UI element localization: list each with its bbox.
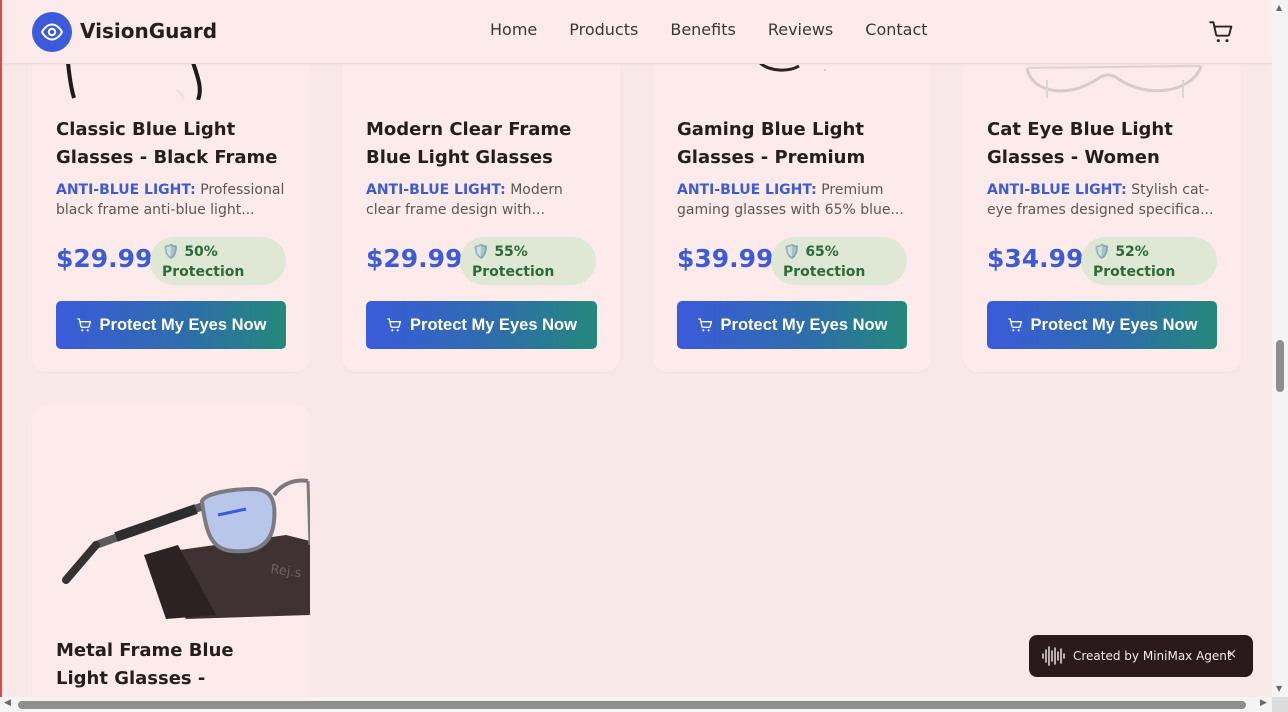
- desc-tag: ANTI-BLUE LIGHT:: [56, 182, 196, 198]
- page-viewport: VisionGuard Home Products Benefits Revie…: [0, 0, 1272, 697]
- cart-icon: [697, 318, 712, 332]
- horizontal-scroll-thumb[interactable]: [18, 701, 1246, 709]
- product-price: $29.99: [366, 244, 463, 273]
- product-image: Rej.s: [56, 405, 310, 621]
- toast-text: Created by MiniMax Agent: [1073, 649, 1232, 663]
- desc-tag: ANTI-BLUE LIGHT:: [366, 182, 506, 198]
- shield-icon: 🛡️: [472, 244, 490, 260]
- buy-button[interactable]: Protect My Eyes Now: [677, 301, 907, 349]
- navbar: VisionGuard Home Products Benefits Revie…: [2, 0, 1272, 64]
- nav-contact[interactable]: Contact: [865, 20, 927, 39]
- cart-button[interactable]: [1208, 19, 1234, 45]
- buy-button-label: Protect My Eyes Now: [99, 315, 267, 334]
- nav-reviews[interactable]: Reviews: [768, 20, 833, 39]
- product-price: $39.99: [677, 244, 774, 273]
- eye-icon: [40, 23, 64, 41]
- product-title[interactable]: Cat Eye Blue Light Glasses - Women: [987, 116, 1219, 172]
- shield-icon: 🛡️: [1093, 244, 1111, 260]
- product-title[interactable]: Modern Clear Frame Blue Light Glasses: [366, 116, 598, 172]
- vertical-scrollbar[interactable]: ▲ ▼: [1272, 0, 1288, 697]
- waveform-icon: [1042, 646, 1065, 666]
- product-title[interactable]: Classic Blue Light Glasses - Black Frame: [56, 116, 288, 172]
- scroll-left-arrow[interactable]: ◀: [4, 698, 11, 708]
- buy-button-label: Protect My Eyes Now: [1030, 315, 1198, 334]
- buy-button-label: Protect My Eyes Now: [410, 315, 577, 334]
- main-nav: Home Products Benefits Reviews Contact: [490, 20, 928, 39]
- shield-icon: 🛡️: [783, 244, 801, 260]
- desc-tag: ANTI-BLUE LIGHT:: [677, 182, 817, 198]
- cart-icon: [1007, 318, 1022, 332]
- buy-button[interactable]: Protect My Eyes Now: [987, 301, 1217, 349]
- buy-button-label: Protect My Eyes Now: [720, 315, 888, 334]
- product-title[interactable]: Metal Frame Blue Light Glasses -: [56, 637, 288, 693]
- scroll-down-arrow[interactable]: ▼: [1276, 684, 1282, 693]
- scroll-right-arrow[interactable]: ▶: [1260, 698, 1267, 708]
- cart-icon: [1209, 21, 1233, 43]
- brand-name[interactable]: VisionGuard: [80, 19, 217, 43]
- product-title[interactable]: Gaming Blue Light Glasses - Premium: [677, 116, 909, 172]
- product-description: ANTI-BLUE LIGHT: Modern clear frame desi…: [366, 180, 598, 220]
- product-card: Rej.s Metal Frame Blue Light Glasses -: [32, 405, 310, 697]
- product-description: ANTI-BLUE LIGHT: Professional black fram…: [56, 180, 288, 220]
- cart-icon: [76, 318, 91, 332]
- buy-button[interactable]: Protect My Eyes Now: [56, 301, 286, 349]
- close-icon[interactable]: ×: [1226, 647, 1237, 662]
- cart-icon: [387, 318, 402, 332]
- protection-badge: 🛡️ 65% Protection: [771, 237, 907, 285]
- shield-icon: 🛡️: [162, 244, 180, 260]
- desc-tag: ANTI-BLUE LIGHT:: [987, 182, 1127, 198]
- nav-home[interactable]: Home: [490, 20, 537, 39]
- vertical-scroll-thumb[interactable]: [1276, 340, 1284, 392]
- product-description: ANTI-BLUE LIGHT: Premium gaming glasses …: [677, 180, 909, 220]
- agent-toast: Created by MiniMax Agent ×: [1029, 635, 1253, 677]
- protection-badge: 🛡️ 55% Protection: [460, 237, 596, 285]
- logo[interactable]: [32, 12, 72, 52]
- buy-button[interactable]: Protect My Eyes Now: [366, 301, 597, 349]
- nav-benefits[interactable]: Benefits: [670, 20, 736, 39]
- product-description: ANTI-BLUE LIGHT: Stylish cat-eye frames …: [987, 180, 1219, 220]
- protection-badge: 🛡️ 50% Protection: [150, 237, 286, 285]
- protection-badge: 🛡️ 52% Protection: [1081, 237, 1217, 285]
- scrollbar-corner: [1272, 697, 1288, 712]
- scroll-up-arrow[interactable]: ▲: [1276, 3, 1282, 12]
- horizontal-scrollbar[interactable]: ◀ ▶: [0, 697, 1272, 712]
- product-price: $29.99: [56, 244, 153, 273]
- nav-products[interactable]: Products: [569, 20, 638, 39]
- product-price: $34.99: [987, 244, 1084, 273]
